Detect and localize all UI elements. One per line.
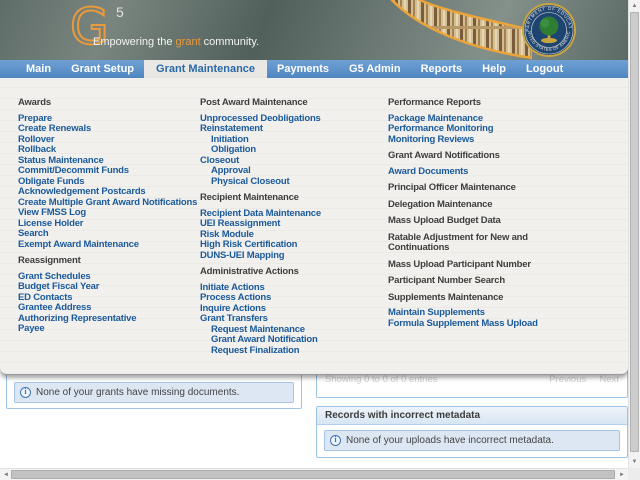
scroll-up-icon[interactable]: ▲ [629, 0, 640, 12]
menu-link-performance-monitoring[interactable]: Performance Monitoring [388, 124, 548, 135]
menu-header-delegation-maintenance[interactable]: Delegation Maintenance [388, 200, 540, 211]
missing-documents-panel: i None of your grants have missing docum… [6, 370, 302, 409]
menu-header-participant-number-search[interactable]: Participant Number Search [388, 276, 540, 287]
menu-header-post-award-maintenance: Post Award Maintenance [200, 98, 382, 109]
menu-column-performance: Performance ReportsPackage MaintenancePe… [388, 98, 548, 329]
menu-header-principal-officer-maintenance[interactable]: Principal Officer Maintenance [388, 183, 540, 194]
menu-link-exempt-award-maintenance[interactable]: Exempt Award Maintenance [18, 240, 198, 251]
horizontal-scrollbar-thumb[interactable] [11, 470, 615, 479]
g5-application-window: G 5 Empowering the grant community. DEPA… [0, 0, 640, 480]
menu-header-recipient-maintenance: Recipient Maintenance [200, 193, 382, 204]
missing-documents-info-strip: i None of your grants have missing docum… [14, 382, 294, 403]
menu-link-formula-supplement-mass-upload[interactable]: Formula Supplement Mass Upload [388, 319, 548, 330]
menu-header-awards: Awards [18, 98, 198, 109]
menu-link-create-renewals[interactable]: Create Renewals [18, 124, 198, 135]
g5-logo-5: 5 [116, 4, 125, 20]
menu-link-authorizing-representative[interactable]: Authorizing Representative [18, 314, 198, 325]
menu-link-grant-award-notification[interactable]: Grant Award Notification [200, 335, 382, 346]
menu-link-grant-transfers[interactable]: Grant Transfers [200, 314, 382, 325]
nav-tab-grant-setup[interactable]: Grant Setup [61, 60, 144, 78]
scrollbar-corner [628, 468, 640, 480]
menu-link-maintain-supplements[interactable]: Maintain Supplements [388, 308, 548, 319]
scroll-down-icon[interactable]: ▼ [629, 456, 640, 468]
menu-link-physical-closeout[interactable]: Physical Closeout [200, 177, 382, 188]
menu-link-obligation[interactable]: Obligation [200, 145, 382, 156]
library-swoosh-graphic [382, 0, 532, 60]
menu-link-award-documents[interactable]: Award Documents [388, 167, 548, 178]
menu-header-grant-award-notifications: Grant Award Notifications [388, 151, 540, 162]
menu-header-reassignment: Reassignment [18, 256, 198, 267]
info-icon: i [20, 387, 31, 398]
menu-column-post-award: Post Award MaintenanceUnprocessed Deobli… [200, 98, 382, 356]
menu-header-performance-reports: Performance Reports [388, 98, 540, 109]
department-of-education-seal-icon: DEPARTMENT OF EDUCATION UNITED STATES OF… [521, 2, 577, 58]
main-nav-bar: MainGrant SetupGrant MaintenancePayments… [0, 60, 628, 78]
menu-link-commit-decommit-funds[interactable]: Commit/Decommit Funds [18, 166, 198, 177]
menu-link-budget-fiscal-year[interactable]: Budget Fiscal Year [18, 282, 198, 293]
menu-header-ratable-adjustment-for-new-and-continuations[interactable]: Ratable Adjustment for New and Continuat… [388, 233, 540, 254]
menu-link-high-risk-certification[interactable]: High Risk Certification [200, 240, 382, 251]
table-previous-button[interactable]: Previous [549, 374, 586, 385]
nav-tab-logout[interactable]: Logout [516, 60, 573, 78]
menu-header-administrative-actions: Administrative Actions [200, 267, 382, 278]
menu-link-grantee-address[interactable]: Grantee Address [18, 303, 198, 314]
tagline: Empowering the grant community. [93, 36, 259, 48]
nav-tab-help[interactable]: Help [472, 60, 516, 78]
incorrect-metadata-info-strip: i None of your uploads have incorrect me… [324, 430, 620, 451]
vertical-scrollbar[interactable]: ▲ ▼ [628, 0, 640, 468]
menu-link-acknowledgement-postcards[interactable]: Acknowledgement Postcards [18, 187, 198, 198]
table-showing-entries-label: Showing 0 to 0 of 0 entries [325, 374, 438, 385]
menu-link-payee[interactable]: Payee [18, 324, 198, 335]
nav-tab-reports[interactable]: Reports [411, 60, 473, 78]
info-icon: i [330, 435, 341, 446]
menu-link-process-actions[interactable]: Process Actions [200, 293, 382, 304]
table-next-button[interactable]: Next [599, 374, 619, 385]
menu-header-supplements-maintenance: Supplements Maintenance [388, 293, 540, 304]
scroll-right-icon[interactable]: ► [616, 469, 628, 480]
menu-link-search[interactable]: Search [18, 229, 198, 240]
nav-tab-payments[interactable]: Payments [267, 60, 339, 78]
menu-column-awards: AwardsPrepareCreate RenewalsRolloverRoll… [18, 98, 198, 335]
banner: G 5 Empowering the grant community. DEPA… [0, 0, 628, 60]
menu-link-duns-uei-mapping[interactable]: DUNS-UEI Mapping [200, 251, 382, 262]
horizontal-scrollbar[interactable]: ◄ ► [0, 468, 628, 480]
incorrect-metadata-info-text: None of your uploads have incorrect meta… [346, 435, 554, 446]
menu-header-mass-upload-participant-number[interactable]: Mass Upload Participant Number [388, 260, 540, 271]
grant-maintenance-menu-panel: AwardsPrepareCreate RenewalsRolloverRoll… [0, 78, 628, 375]
menu-link-uei-reassignment[interactable]: UEI Reassignment [200, 219, 382, 230]
menu-link-approval[interactable]: Approval [200, 166, 382, 177]
menu-link-view-fmss-log[interactable]: View FMSS Log [18, 208, 198, 219]
nav-tab-grant-maintenance[interactable]: Grant Maintenance [144, 60, 267, 78]
missing-documents-info-text: None of your grants have missing documen… [36, 387, 239, 398]
menu-header-mass-upload-budget-data[interactable]: Mass Upload Budget Data [388, 216, 540, 227]
menu-link-reinstatement[interactable]: Reinstatement [200, 124, 382, 135]
vertical-scrollbar-thumb[interactable] [630, 12, 639, 452]
incorrect-metadata-panel: Records with incorrect metadata i None o… [316, 406, 628, 458]
nav-tab-g5-admin[interactable]: G5 Admin [339, 60, 411, 78]
menu-link-rollback[interactable]: Rollback [18, 145, 198, 156]
menu-link-request-finalization[interactable]: Request Finalization [200, 346, 382, 357]
menu-link-monitoring-reviews[interactable]: Monitoring Reviews [388, 135, 548, 146]
incorrect-metadata-panel-title: Records with incorrect metadata [317, 407, 627, 425]
nav-tab-main[interactable]: Main [16, 60, 61, 78]
